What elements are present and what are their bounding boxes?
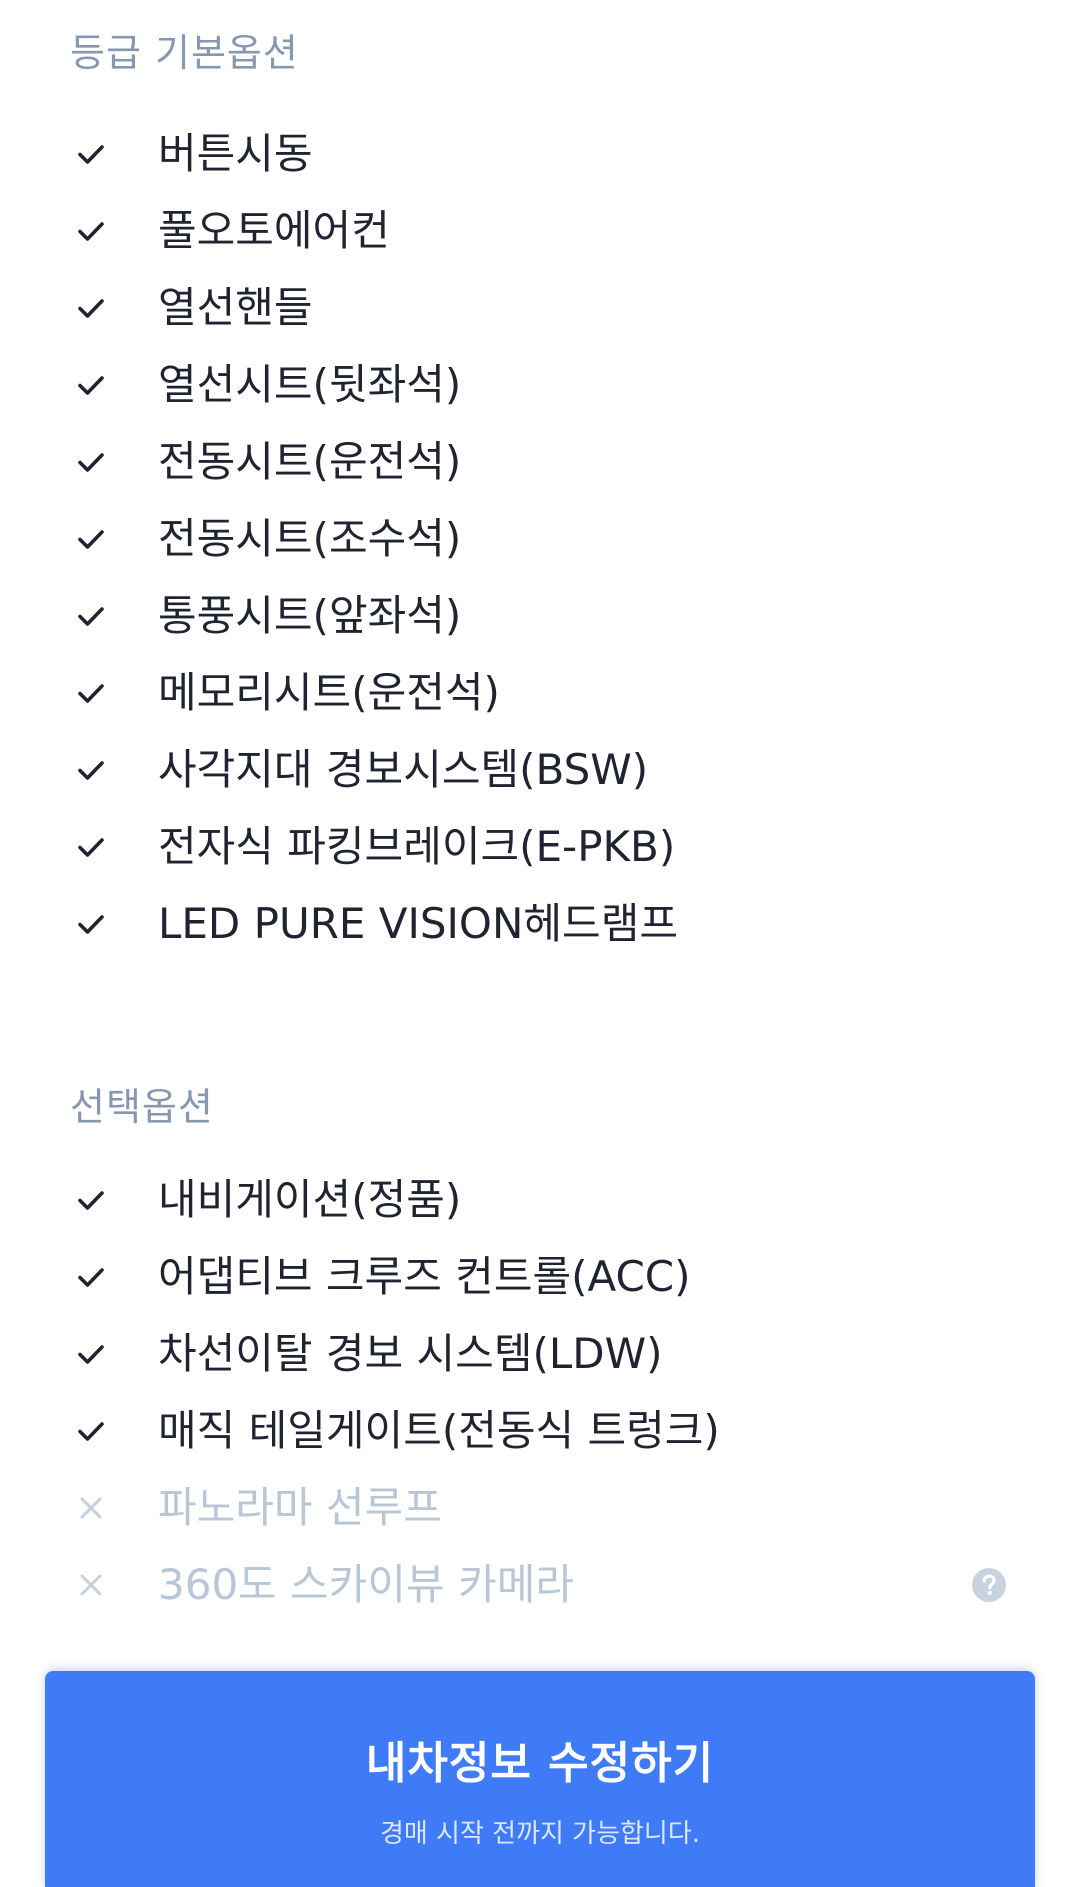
option-label: 전동시트(조수석) [158, 514, 462, 563]
option-item: 버튼시동 [0, 115, 1080, 192]
option-label: 사각지대 경보시스템(BSW) [158, 745, 649, 794]
check-icon [76, 909, 106, 939]
option-label: 매직 테일게이트(전동식 트렁크) [158, 1406, 720, 1455]
option-item: 사각지대 경보시스템(BSW) [0, 731, 1080, 808]
selected-options-title: 선택옵션 [70, 1085, 214, 1129]
option-label: 어댑티브 크루즈 컨트롤(ACC) [158, 1252, 691, 1301]
option-item: LED PURE VISION헤드램프 [0, 885, 1080, 962]
option-item: 메모리시트(운전석) [0, 654, 1080, 731]
check-icon [76, 832, 106, 862]
option-item: 전동시트(조수석) [0, 500, 1080, 577]
check-icon [76, 1416, 106, 1446]
check-icon [76, 447, 106, 477]
option-label: 차선이탈 경보 시스템(LDW) [158, 1329, 663, 1378]
option-label: 열선시트(뒷좌석) [158, 360, 462, 409]
option-item: 360도 스카이뷰 카메라 [0, 1546, 1080, 1623]
question-icon[interactable] [971, 1567, 1007, 1603]
x-icon [76, 1570, 106, 1600]
x-icon [76, 1493, 106, 1523]
option-item: 통풍시트(앞좌석) [0, 577, 1080, 654]
option-label: 풀오토에어컨 [158, 206, 390, 255]
option-item: 파노라마 선루프 [0, 1469, 1080, 1546]
selected-options-list: 내비게이션(정품) 어댑티브 크루즈 컨트롤(ACC) 차선이탈 경보 시스템(LD… [0, 1161, 1080, 1623]
check-icon [76, 370, 106, 400]
option-label: 내비게이션(정품) [158, 1175, 462, 1224]
option-label: 전동시트(운전석) [158, 437, 462, 486]
option-label: 파노라마 선루프 [158, 1483, 442, 1532]
edit-car-info-button[interactable]: 내차정보 수정하기 경매 시작 전까지 가능합니다. [45, 1671, 1035, 1887]
check-icon [76, 139, 106, 169]
option-label: 버튼시동 [158, 129, 313, 178]
option-item: 매직 테일게이트(전동식 트렁크) [0, 1392, 1080, 1469]
option-item: 차선이탈 경보 시스템(LDW) [0, 1315, 1080, 1392]
option-item: 전자식 파킹브레이크(E-PKB) [0, 808, 1080, 885]
option-item: 내비게이션(정품) [0, 1161, 1080, 1238]
option-label: 통풍시트(앞좌석) [158, 591, 462, 640]
option-item: 풀오토에어컨 [0, 192, 1080, 269]
check-icon [76, 1185, 106, 1215]
check-icon [76, 293, 106, 323]
option-item: 어댑티브 크루즈 컨트롤(ACC) [0, 1238, 1080, 1315]
check-icon [76, 601, 106, 631]
check-icon [76, 755, 106, 785]
option-item: 열선핸들 [0, 269, 1080, 346]
option-label: 360도 스카이뷰 카메라 [158, 1560, 574, 1609]
basic-options-list: 버튼시동풀오토에어컨열선핸들열선시트(뒷좌석) 전동시트(운전석) 전동시트(조수석… [0, 115, 1080, 962]
option-label: 전자식 파킹브레이크(E-PKB) [158, 822, 676, 871]
edit-car-info-button-note: 경매 시작 전까지 가능합니다. [379, 1819, 701, 1849]
option-label: LED PURE VISION헤드램프 [158, 899, 678, 948]
option-item: 열선시트(뒷좌석) [0, 346, 1080, 423]
basic-options-title: 등급 기본옵션 [70, 31, 299, 75]
check-icon [76, 1339, 106, 1369]
check-icon [76, 524, 106, 554]
option-label: 메모리시트(운전석) [158, 668, 500, 717]
option-label: 열선핸들 [158, 283, 313, 332]
check-icon [76, 678, 106, 708]
check-icon [76, 1262, 106, 1292]
check-icon [76, 216, 106, 246]
option-item: 전동시트(운전석) [0, 423, 1080, 500]
edit-car-info-button-label: 내차정보 수정하기 [365, 1738, 715, 1789]
